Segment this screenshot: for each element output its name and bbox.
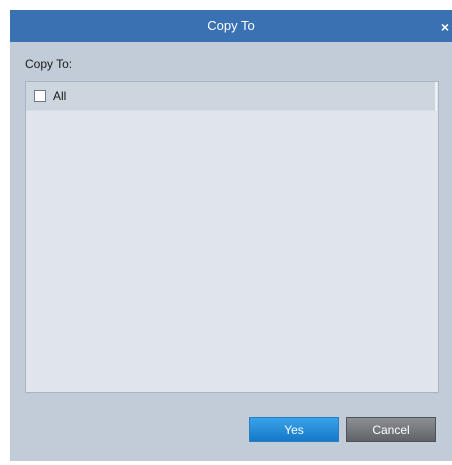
list-item-all[interactable]: All xyxy=(26,82,437,111)
row-separator xyxy=(435,82,437,111)
close-icon[interactable]: × xyxy=(438,10,452,42)
all-checkbox[interactable] xyxy=(34,90,46,102)
copy-to-dialog: Copy To × Copy To: All xyxy=(10,10,452,461)
dialog-title: Copy To xyxy=(207,18,255,33)
destination-list[interactable]: All xyxy=(25,81,439,393)
section-label: Copy To: xyxy=(25,57,73,71)
cancel-button[interactable]: Cancel xyxy=(346,417,436,442)
list-item-label: All xyxy=(53,89,67,103)
title-bar[interactable]: Copy To × xyxy=(10,10,452,42)
yes-button[interactable]: Yes xyxy=(249,417,339,442)
